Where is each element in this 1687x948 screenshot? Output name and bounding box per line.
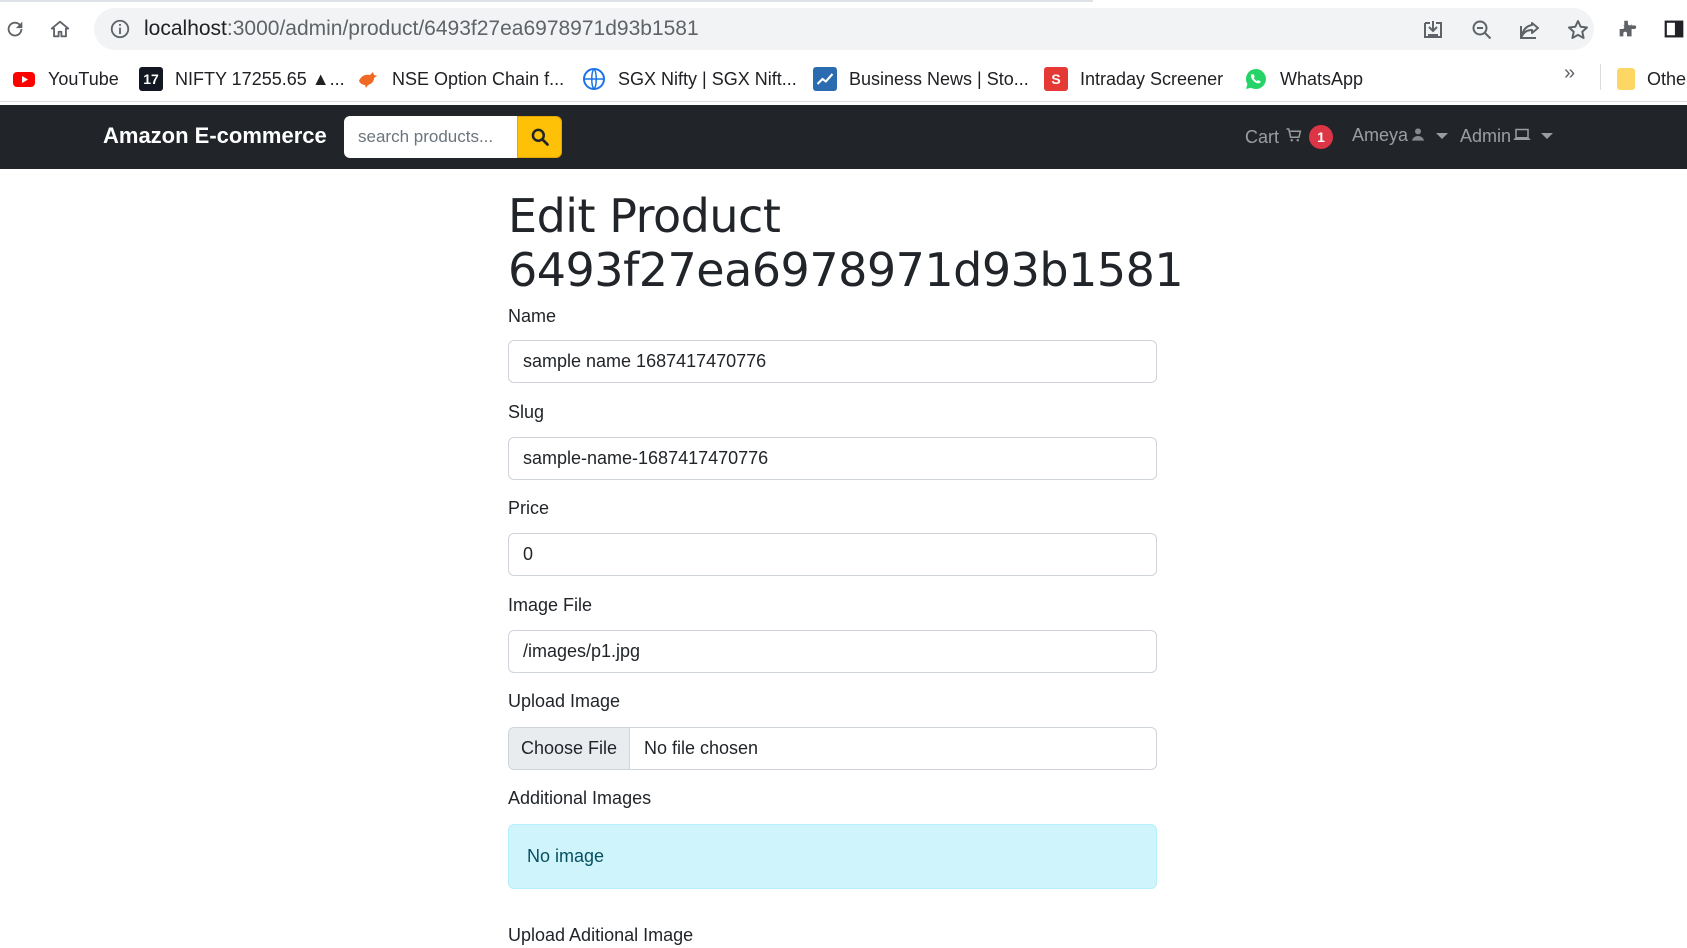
cart-icon — [1285, 126, 1303, 148]
bookmark-sgx-nifty[interactable]: SGX Nifty | SGX Nift... — [582, 63, 797, 95]
browser-toolbar: localhost:3000/admin/product/6493f27ea69… — [0, 0, 1687, 56]
chart-icon — [813, 67, 837, 91]
bookmark-business-news[interactable]: Business News | Sto... — [813, 63, 1029, 95]
image-file-label: Image File — [508, 595, 593, 615]
globe-icon — [582, 67, 606, 91]
chevron-down-icon — [1436, 132, 1449, 139]
brand-link[interactable]: Amazon E-commerce — [103, 123, 327, 149]
bookmark-star-icon[interactable] — [1566, 18, 1590, 42]
screener-icon: S — [1044, 67, 1068, 91]
search-icon — [531, 128, 549, 146]
price-label: Price — [508, 498, 550, 518]
site-info-icon[interactable] — [109, 18, 131, 40]
additional-images-label: Additional Images — [508, 788, 652, 808]
home-icon[interactable] — [45, 14, 75, 44]
no-image-alert: No image — [508, 824, 1157, 889]
upload-image-label: Upload Image — [508, 691, 621, 711]
cart-count-badge: 1 — [1309, 125, 1334, 149]
folder-icon — [1617, 68, 1635, 90]
youtube-icon — [12, 67, 36, 91]
bookmark-label: Intraday Screener — [1080, 68, 1224, 89]
bookmark-nse-option-chain[interactable]: NSE Option Chain f... — [356, 63, 564, 95]
user-name: Ameya — [1352, 125, 1409, 145]
cart-label: Cart — [1245, 126, 1280, 147]
zoom-icon[interactable] — [1470, 18, 1494, 42]
search-button[interactable] — [517, 116, 562, 158]
address-bar[interactable]: localhost:3000/admin/product/6493f27ea69… — [94, 8, 1594, 50]
laptop-icon — [1513, 125, 1531, 147]
bull-icon — [356, 67, 380, 91]
side-panel-icon[interactable] — [1659, 14, 1687, 44]
admin-label: Admin — [1460, 125, 1512, 146]
bookmark-intraday-screener[interactable]: S Intraday Screener — [1044, 63, 1223, 95]
whatsapp-icon — [1244, 67, 1268, 91]
page-title: Edit Product 6493f27ea6978971d93b1581 — [508, 189, 1184, 297]
choose-file-button[interactable]: Choose File — [509, 728, 630, 769]
more-bookmarks-button[interactable]: » — [1564, 62, 1575, 85]
extensions-icon[interactable] — [1612, 14, 1642, 44]
app-navbar: Amazon E-commerce Cart 1 Ameya Admin — [0, 105, 1687, 169]
bookmark-nifty[interactable]: 17 NIFTY 17255.65 ▲... — [139, 63, 345, 95]
bookmarks-bar: YouTube 17 NIFTY 17255.65 ▲... NSE Optio… — [0, 56, 1687, 102]
upload-image-input[interactable]: Choose File No file chosen — [508, 727, 1157, 770]
bookmark-label: SGX Nifty | SGX Nift... — [618, 68, 797, 89]
upload-additional-image-label: Upload Aditional Image — [508, 925, 694, 945]
no-image-text: No image — [527, 846, 605, 866]
file-name-text: No file chosen — [644, 738, 759, 758]
image-file-field[interactable] — [508, 630, 1157, 673]
bookmark-whatsapp[interactable]: WhatsApp — [1244, 63, 1363, 95]
bookmarks-divider — [1600, 64, 1601, 90]
bookmark-label: NSE Option Chain f... — [392, 68, 565, 89]
chevron-down-icon — [1541, 133, 1554, 139]
url-text[interactable]: localhost:3000/admin/product/6493f27ea69… — [144, 17, 699, 41]
slug-label: Slug — [508, 402, 545, 422]
bookmark-label: NIFTY 17255.65 ▲... — [175, 68, 345, 89]
other-bookmarks-label: Othe — [1647, 68, 1687, 89]
bookmark-label: YouTube — [48, 68, 119, 89]
user-menu-dropdown[interactable]: Ameya — [1352, 125, 1449, 146]
bookmark-label: WhatsApp — [1280, 68, 1364, 89]
bookmark-label: Business News | Sto... — [849, 68, 1029, 89]
admin-menu-dropdown[interactable]: Admin — [1460, 125, 1554, 147]
tradingview-icon: 17 — [139, 67, 163, 91]
page-title-product-id: 6493f27ea6978971d93b1581 — [508, 243, 1184, 297]
reload-icon[interactable] — [0, 14, 30, 44]
bookmark-youtube[interactable]: YouTube — [12, 63, 119, 95]
install-app-icon[interactable] — [1421, 18, 1445, 42]
search-input[interactable] — [344, 116, 517, 158]
name-label: Name — [508, 306, 557, 326]
page-title-line1: Edit Product — [508, 189, 781, 243]
user-icon — [1410, 126, 1426, 146]
other-bookmarks[interactable]: Othe — [1617, 63, 1686, 95]
cart-link[interactable]: Cart 1 — [1245, 125, 1334, 149]
share-icon[interactable] — [1518, 18, 1542, 42]
price-field[interactable] — [508, 533, 1157, 576]
name-field[interactable] — [508, 340, 1157, 383]
tab-strip-edge — [0, 0, 1093, 2]
slug-field[interactable] — [508, 437, 1157, 480]
